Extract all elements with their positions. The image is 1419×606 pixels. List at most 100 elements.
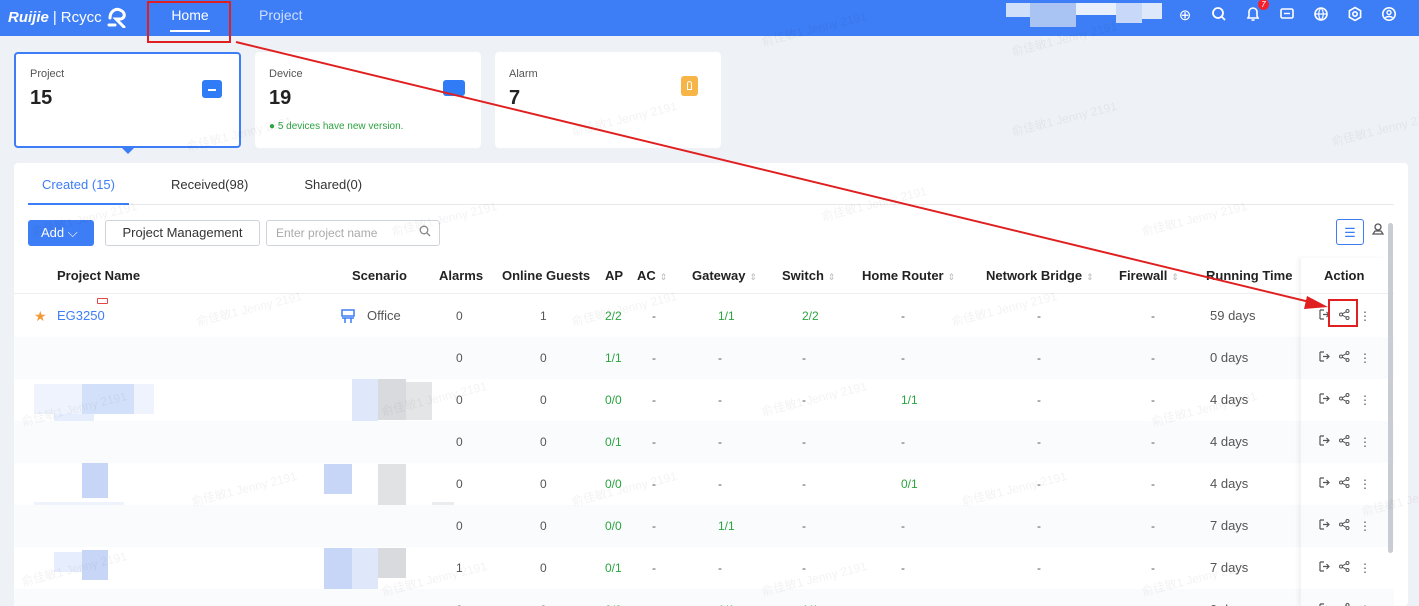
table-header: Project Name Scenario Alarms Online Gues… bbox=[14, 258, 1394, 294]
brand-sub-name: Rcycc bbox=[60, 8, 102, 26]
search-icon[interactable] bbox=[1209, 6, 1229, 26]
cloud-logo-icon bbox=[107, 7, 126, 28]
globe-icon[interactable] bbox=[1311, 6, 1331, 26]
header-network-bridge[interactable]: Network Bridge ⇕ bbox=[986, 258, 1094, 295]
cell-switch: - bbox=[802, 477, 806, 491]
header-firewall[interactable]: Firewall ⇕ bbox=[1119, 258, 1179, 295]
cell-router[interactable]: 1/1 bbox=[901, 379, 918, 421]
sort-icon[interactable]: ⇕ bbox=[828, 272, 836, 282]
cell-bridge: - bbox=[1037, 561, 1041, 575]
alarm-summary-card[interactable]: Alarm 7 bbox=[495, 52, 721, 148]
cell-router[interactable]: 0/1 bbox=[901, 463, 918, 505]
sort-icon[interactable]: ⇕ bbox=[1171, 272, 1179, 282]
cell-gateway[interactable]: 1/1 bbox=[718, 295, 735, 337]
cell-runtime: 4 days bbox=[1210, 434, 1249, 449]
cell-router: - bbox=[901, 561, 905, 575]
settings-icon[interactable] bbox=[1345, 6, 1365, 26]
header-project-name: Project Name bbox=[57, 268, 141, 283]
tab-created[interactable]: Created (15) bbox=[28, 163, 143, 205]
sort-icon[interactable]: ⇕ bbox=[1086, 272, 1094, 282]
table-row[interactable]: 0 0 1/1- - - - - -0 days ⋮ bbox=[14, 337, 1394, 379]
view-toggle: ☰ bbox=[1336, 219, 1392, 245]
table-row[interactable]: 0 0 0/0-1/1- - - -7 days ⋮ bbox=[14, 505, 1394, 547]
cell-switch: - bbox=[802, 519, 806, 533]
cell-ap[interactable]: 0/1 bbox=[605, 421, 622, 463]
brand-separator: | bbox=[52, 8, 57, 26]
cell-ap[interactable]: 1/1 bbox=[605, 337, 622, 379]
cell-gateway: - bbox=[718, 477, 722, 491]
cell-gateway[interactable]: 1/1 bbox=[718, 505, 735, 547]
annotation-box-share bbox=[1328, 299, 1358, 327]
cell-router: - bbox=[901, 435, 905, 449]
tab-received[interactable]: Received(98) bbox=[143, 163, 276, 204]
header-firewall-label: Firewall bbox=[1119, 268, 1168, 283]
cell-runtime: 7 days bbox=[1210, 518, 1249, 533]
device-summary-card[interactable]: Device 19 ● 5 devices have new version. bbox=[255, 52, 481, 148]
cell-guests: 1 bbox=[540, 309, 547, 323]
cell-alarms: 0 bbox=[456, 589, 463, 606]
device-icon bbox=[443, 80, 465, 96]
cell-guests: 0 bbox=[540, 519, 547, 533]
active-card-pointer bbox=[120, 146, 136, 154]
sort-icon[interactable]: ⇕ bbox=[660, 272, 668, 282]
add-icon[interactable]: ⊕ bbox=[1175, 6, 1195, 26]
cell-ap[interactable]: 0/0 bbox=[605, 379, 622, 421]
message-icon[interactable] bbox=[1277, 6, 1297, 26]
alarm-icon bbox=[681, 76, 698, 96]
cell-alarms: 0 bbox=[456, 435, 463, 449]
cell-firewall: - bbox=[1151, 351, 1155, 365]
cell-ap[interactable]: 0/1 bbox=[605, 547, 622, 589]
sort-icon[interactable]: ⇕ bbox=[749, 272, 757, 282]
table-row[interactable]: 0 0 0/1- - - - - -4 days ⋮ bbox=[14, 421, 1394, 463]
cell-ac: - bbox=[652, 561, 656, 575]
cell-alarms: 0 bbox=[456, 351, 463, 365]
cell-ac: - bbox=[652, 435, 656, 449]
project-search-input[interactable] bbox=[267, 221, 407, 245]
sort-icon[interactable]: ⇕ bbox=[948, 272, 956, 282]
ruijie-logo: Ruijie | Rcycc bbox=[8, 6, 130, 28]
watermark-text: 俞佳敏1 Jenny 2191 bbox=[1010, 99, 1119, 139]
header-switch-label: Switch bbox=[782, 268, 824, 283]
top-icon-group: ⊕ 7 bbox=[1175, 0, 1399, 26]
cell-ap[interactable]: 0/0 bbox=[605, 589, 622, 606]
favorite-star-icon[interactable]: ★ bbox=[34, 295, 47, 337]
folder-icon bbox=[202, 80, 222, 98]
header-online-guests: Online Guests bbox=[502, 268, 591, 283]
project-tabs: Created (15) Received(98) Shared(0) bbox=[28, 163, 1394, 205]
cell-ap[interactable]: 0/0 bbox=[605, 505, 622, 547]
bell-icon[interactable]: 7 bbox=[1243, 0, 1269, 26]
header-home-router-label: Home Router bbox=[862, 268, 944, 283]
project-list-panel: Created (15) Received(98) Shared(0) Add … bbox=[14, 163, 1408, 606]
cell-ac: - bbox=[652, 519, 656, 533]
device-card-label: Device bbox=[269, 68, 303, 80]
header-switch[interactable]: Switch ⇕ bbox=[782, 258, 835, 295]
brand-name: Ruijie bbox=[8, 8, 49, 26]
cell-bridge: - bbox=[1037, 519, 1041, 533]
cell-switch[interactable]: 2/2 bbox=[802, 295, 819, 337]
cell-guests: 0 bbox=[540, 477, 547, 491]
user-icon[interactable] bbox=[1379, 6, 1399, 26]
cell-gateway: - bbox=[718, 561, 722, 575]
cell-ac: - bbox=[652, 393, 656, 407]
cell-gateway[interactable]: 1/1 bbox=[718, 589, 735, 606]
cell-router: - bbox=[901, 519, 905, 533]
tab-shared[interactable]: Shared(0) bbox=[276, 163, 390, 204]
cell-runtime: 0 days bbox=[1210, 589, 1248, 606]
list-view-icon[interactable]: ☰ bbox=[1336, 219, 1364, 245]
cell-ac: - bbox=[652, 351, 656, 365]
cell-guests: 0 bbox=[540, 589, 547, 606]
header-network-bridge-label: Network Bridge bbox=[986, 268, 1083, 283]
cell-switch: - bbox=[802, 435, 806, 449]
cell-runtime: 0 days bbox=[1210, 350, 1249, 365]
scenario-label: Office bbox=[367, 308, 401, 323]
header-gateway[interactable]: Gateway ⇕ bbox=[692, 258, 757, 295]
router-badge-icon bbox=[97, 298, 108, 304]
table-row[interactable]: 000/0-1/11/1---0 days⋮ bbox=[14, 589, 1394, 606]
header-home-router[interactable]: Home Router ⇕ bbox=[862, 258, 955, 295]
cell-bridge: - bbox=[1037, 589, 1041, 606]
project-management-button[interactable]: Project Management bbox=[105, 220, 260, 246]
cell-switch[interactable]: 1/1 bbox=[802, 589, 819, 606]
nav-project[interactable]: Project bbox=[259, 0, 303, 36]
cell-gateway: - bbox=[718, 393, 722, 407]
cell-alarms: 0 bbox=[456, 477, 463, 491]
